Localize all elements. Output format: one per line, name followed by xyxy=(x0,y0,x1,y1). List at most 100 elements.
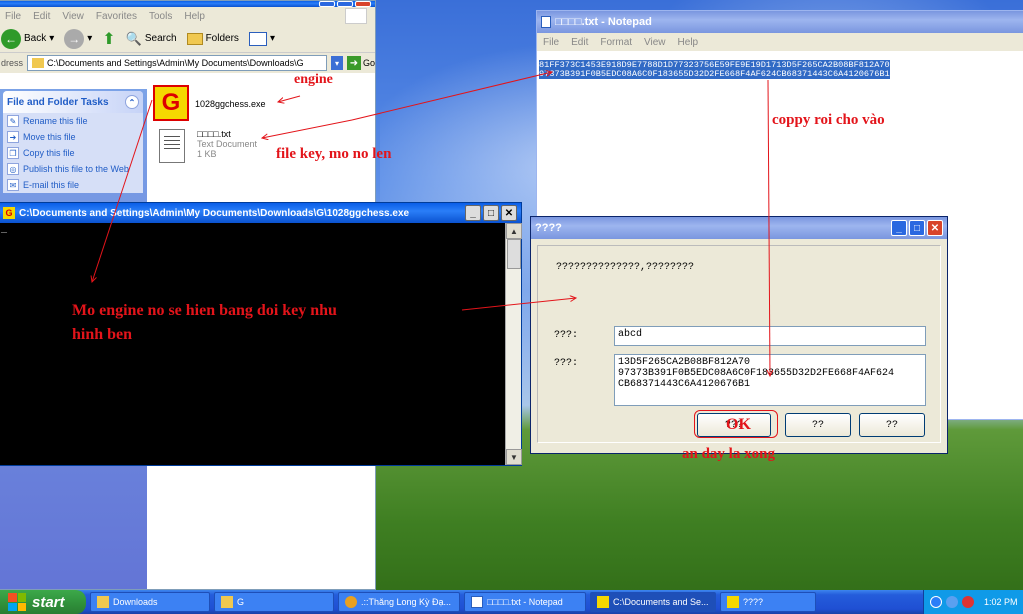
g-app-icon xyxy=(727,596,739,608)
taskbar-dialog[interactable]: ???? xyxy=(720,592,816,612)
scroll-up-icon[interactable]: ▲ xyxy=(506,223,522,239)
folders-button[interactable]: Folders xyxy=(186,32,239,45)
anno-ok: OK xyxy=(726,416,751,433)
g-app-icon xyxy=(597,596,609,608)
dialog-titlebar[interactable]: ???? _ □ ✕ xyxy=(531,217,947,239)
task-rename-label: Rename this file xyxy=(23,116,88,126)
folders-label: Folders xyxy=(205,33,239,44)
taskbar-console-label: C:\Documents and Se... xyxy=(613,597,709,607)
console-output[interactable]: _ xyxy=(0,223,505,465)
console-scrollbar[interactable]: ▲ ▼ xyxy=(505,223,522,465)
taskbar-browser[interactable]: .::Thăng Long Kỳ Đạ... xyxy=(338,592,460,612)
notepad-title: □□□□.txt - Notepad xyxy=(555,16,652,28)
address-label: dress xyxy=(1,58,24,68)
console-titlebar[interactable]: G C:\Documents and Settings\Admin\My Doc… xyxy=(0,203,521,223)
menu-file[interactable]: File xyxy=(5,11,21,22)
back-arrow-icon: ← xyxy=(1,28,21,49)
dialog-title: ???? xyxy=(535,222,562,234)
taskbar-downloads[interactable]: Downloads xyxy=(90,592,210,612)
maximize-icon[interactable]: □ xyxy=(483,205,499,221)
task-move[interactable]: ➔ Move this file xyxy=(3,129,143,145)
address-value: C:\Documents and Settings\Admin\My Docum… xyxy=(47,58,304,68)
forward-arrow-icon: → xyxy=(64,28,85,49)
minimize-icon[interactable]: _ xyxy=(465,205,481,221)
tasks-header[interactable]: File and Folder Tasks ⌃ xyxy=(3,91,143,113)
scroll-thumb[interactable] xyxy=(507,239,521,269)
notepad-menu-file[interactable]: File xyxy=(543,37,559,48)
key-line-3: CB68371443C6A4120676B1 xyxy=(618,379,751,390)
folders-icon xyxy=(186,32,203,45)
console-icon-letter: G xyxy=(5,208,13,218)
forward-button[interactable]: → ▾ xyxy=(64,28,92,49)
volume-icon[interactable] xyxy=(946,596,958,608)
up-folder-button[interactable]: ⬆ xyxy=(102,29,115,49)
menu-view[interactable]: View xyxy=(62,11,84,22)
console-g-icon: G xyxy=(3,207,15,219)
menu-help[interactable]: Help xyxy=(184,11,205,22)
go-button[interactable]: ➜ Go xyxy=(346,56,375,70)
key-line-2: 97373B391F0B5EDC08A6C0F183655D32D2FE668F… xyxy=(618,368,895,379)
notepad-titlebar[interactable]: □□□□.txt - Notepad xyxy=(537,11,1023,33)
notepad-menu-edit[interactable]: Edit xyxy=(571,37,588,48)
notepad-line-2: 97373B391F0B5EDC08A6C0F183655D32D2FE668F… xyxy=(539,69,890,79)
notepad-menu-format[interactable]: Format xyxy=(600,37,632,48)
maximize-icon[interactable]: □ xyxy=(909,220,925,236)
address-input[interactable]: C:\Documents and Settings\Admin\My Docum… xyxy=(27,55,327,71)
key-input[interactable]: 13D5F265CA2B08BF812A70 97373B391F0B5EDC0… xyxy=(614,354,926,406)
notepad-menu-help[interactable]: Help xyxy=(678,37,699,48)
menu-tools[interactable]: Tools xyxy=(149,11,172,22)
folder-icon xyxy=(221,596,233,608)
menu-favorites[interactable]: Favorites xyxy=(96,11,137,22)
anno-mo-engine-1: Mo engine no se hien bang doi key nhu xyxy=(72,302,337,319)
dialog-button-2[interactable]: ?? xyxy=(785,413,851,437)
file-folder-tasks: File and Folder Tasks ⌃ ✎ Rename this fil… xyxy=(3,91,143,193)
taskbar-g-label: G xyxy=(237,597,245,607)
go-arrow-icon: ➜ xyxy=(346,56,361,70)
task-publish[interactable]: ◎ Publish this file to the Web xyxy=(3,161,143,177)
windows-logo-icon xyxy=(345,8,367,24)
explorer-menubar: File Edit View Favorites Tools Help xyxy=(0,7,375,25)
task-rename[interactable]: ✎ Rename this file xyxy=(3,113,143,129)
file-txt-size: 1 KB xyxy=(197,149,217,159)
anno-mo-engine-2: hinh ben xyxy=(72,326,133,343)
name-input[interactable]: abcd xyxy=(614,326,926,346)
text-file-icon xyxy=(159,129,185,163)
taskbar-notepad-label: □□□□.txt - Notepad xyxy=(487,597,563,607)
taskbar-g[interactable]: G xyxy=(214,592,334,612)
security-icon[interactable] xyxy=(962,596,974,608)
taskbar-notepad[interactable]: □□□□.txt - Notepad xyxy=(464,592,586,612)
search-button[interactable]: 🔍 Search xyxy=(126,31,177,47)
move-icon: ➔ xyxy=(7,131,19,143)
close-icon[interactable]: ✕ xyxy=(927,220,943,236)
start-button[interactable]: start xyxy=(0,590,86,614)
anno-engine: engine xyxy=(294,72,333,87)
minimize-icon[interactable]: _ xyxy=(891,220,907,236)
anno-copy: coppy roi cho vào xyxy=(772,112,885,128)
anno-done: an day la xong xyxy=(682,446,775,462)
dialog-prompt: ??????????????,???????? xyxy=(556,262,695,273)
back-button[interactable]: ← Back ▾ xyxy=(1,28,54,49)
task-copy[interactable]: ❐ Copy this file xyxy=(3,145,143,161)
views-icon xyxy=(248,31,267,46)
file-exe[interactable]: G 1028ggchess.exe xyxy=(153,85,266,121)
network-icon[interactable] xyxy=(930,596,942,608)
notepad-text-area[interactable]: 81FF373C1453E918D9E7788D1D77323756E59FE9… xyxy=(539,60,890,79)
start-label: start xyxy=(32,593,65,611)
dialog-button-3[interactable]: ?? xyxy=(859,413,925,437)
task-email[interactable]: ✉ E-mail this file xyxy=(3,177,143,193)
address-bar: dress C:\Documents and Settings\Admin\My… xyxy=(0,53,375,73)
taskbar-console[interactable]: C:\Documents and Se... xyxy=(590,592,716,612)
menu-edit[interactable]: Edit xyxy=(33,11,50,22)
windows-flag-icon xyxy=(8,593,26,611)
file-txt[interactable]: □□□□.txt Text Document 1 KB xyxy=(159,129,257,163)
close-icon[interactable]: ✕ xyxy=(501,205,517,221)
address-dropdown-icon[interactable]: ▾ xyxy=(330,56,343,70)
views-button[interactable]: ▾ xyxy=(248,31,275,46)
console-cursor: _ xyxy=(1,225,8,236)
folder-icon xyxy=(32,58,45,68)
collapse-chevron-icon[interactable]: ⌃ xyxy=(125,95,139,109)
rename-icon: ✎ xyxy=(7,115,19,127)
publish-icon: ◎ xyxy=(7,163,19,175)
notepad-menu-view[interactable]: View xyxy=(644,37,666,48)
scroll-down-icon[interactable]: ▼ xyxy=(506,449,522,465)
